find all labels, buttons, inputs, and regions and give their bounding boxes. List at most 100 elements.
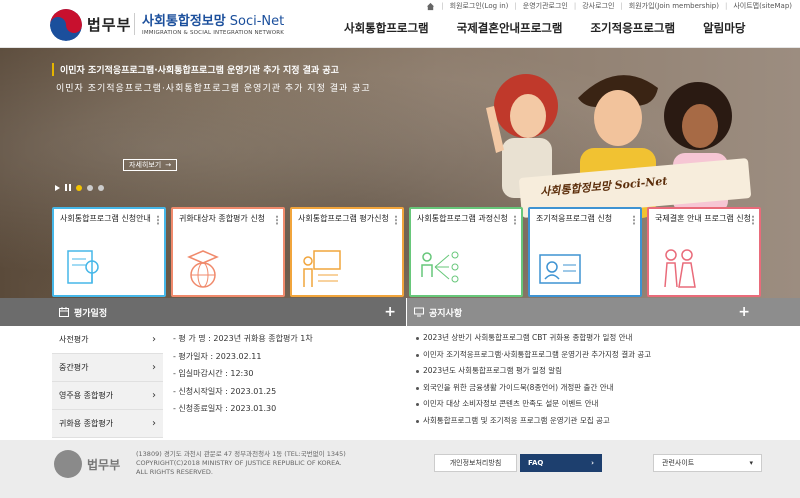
tab-mid-evaluation[interactable]: 중간평가 ›: [52, 354, 163, 382]
footer-address: (13809) 경기도 과천시 관문로 47 정부과천청사 1동 (TEL:국번…: [136, 450, 346, 458]
kebab-menu-icon[interactable]: [276, 215, 278, 225]
tab-pre-evaluation[interactable]: 사전평가 ›: [52, 326, 163, 354]
notice-list: 2023년 상반기 사회통합프로그램 CBT 귀화용 종합평가 일정 안내 이민…: [407, 326, 760, 440]
couple-icon: [664, 249, 696, 288]
tab-naturalization-evaluation[interactable]: 귀화용 종합평가 ›: [52, 410, 163, 438]
footer-copyright: COPYRIGHT(C)2018 MINISTRY OF JUSTICE REP…: [136, 459, 342, 467]
plus-icon[interactable]: +: [384, 304, 396, 320]
tab-label: 영주용 종합평가: [59, 391, 114, 400]
nav-social-integration[interactable]: 사회통합프로그램: [344, 20, 429, 36]
bar-fill: [760, 298, 800, 326]
notice-item[interactable]: 외국인을 위한 금융생활 가이드북(8종언어) 개정판 출간 안내: [407, 380, 760, 397]
card-marriage-program[interactable]: 국제결혼 안내 프로그램 신청: [647, 207, 761, 297]
notice-item[interactable]: 2023년 상반기 사회통합프로그램 CBT 귀화용 종합평가 일정 안내: [407, 330, 760, 347]
play-icon[interactable]: [55, 184, 60, 191]
agency-login-link[interactable]: 운영기관로그인: [523, 1, 568, 11]
hero-more-label: 자세히보기: [129, 161, 162, 169]
kebab-menu-icon[interactable]: [395, 215, 397, 225]
login-link[interactable]: 회원로그인(Log in): [450, 1, 509, 11]
related-label: 관련사이트: [662, 459, 695, 467]
footer-address-block: (13809) 경기도 과천시 관문로 47 정부과천청사 1동 (TEL:국번…: [136, 450, 346, 477]
site-header: | 회원로그인(Log in) | 운영기관로그인 | 강사로그인 | 회원가입…: [0, 0, 800, 48]
eval-detail: - 평 가 명 : 2023년 귀화용 종합평가 1차 - 평가일자 : 202…: [163, 326, 406, 440]
eval-tabs: 사전평가 › 중간평가 › 영주용 종합평가 › 귀화용 종합평가 ›: [52, 326, 163, 438]
presentation-icon: [303, 250, 341, 287]
bar-fill: [0, 298, 52, 326]
slide-dot[interactable]: [87, 184, 93, 191]
moj-logo-icon[interactable]: [50, 9, 82, 41]
graduation-globe-icon: [187, 250, 219, 288]
card-program-guide[interactable]: 사회통합프로그램 신청안내: [52, 207, 166, 297]
hero-subtitle: 이민자 조기적응프로그램·사회통합프로그램 운영기관 추가 지정 결과 공고: [56, 84, 371, 94]
home-icon[interactable]: [426, 2, 435, 11]
card-course-apply[interactable]: 사회통합프로그램 과정신청: [409, 207, 523, 297]
join-link[interactable]: 회원가입(Join membership): [629, 1, 719, 11]
kebab-menu-icon[interactable]: [514, 215, 516, 225]
chevron-right-icon: ›: [152, 390, 156, 401]
chevron-right-icon: ›: [152, 334, 156, 345]
tab-label: 귀화용 종합평가: [59, 419, 114, 428]
moj-footer-logo-icon: [54, 450, 82, 478]
privacy-label: 개인정보처리방침: [449, 459, 502, 467]
card-early-adaptation[interactable]: 조기적응프로그램 신청: [528, 207, 642, 297]
id-card-icon: [539, 254, 581, 284]
notice-item[interactable]: 사회통합프로그램 및 조기적응 프로그램 운영기관 모집 공고: [407, 413, 760, 430]
footer-rights: ALL RIGHTS RESERVED.: [136, 468, 213, 476]
chevron-down-icon: ▾: [749, 459, 753, 467]
nav-early-adaptation[interactable]: 조기적응프로그램: [590, 20, 675, 36]
brand-title[interactable]: 사회통합정보망 Soci-Net: [142, 10, 284, 29]
notice-item[interactable]: 이민자 대상 소비자정보 콘텐츠 만족도 설문 이벤트 안내: [407, 396, 760, 413]
eval-schedule-title: 평가일정: [74, 308, 108, 319]
people-checklist-icon: [421, 251, 459, 283]
privacy-policy-button[interactable]: 개인정보처리방침: [434, 454, 517, 472]
arrow-right-icon: →: [165, 161, 172, 169]
ministry-name[interactable]: 법무부: [87, 14, 131, 35]
notice-title: 공지사항: [429, 308, 463, 319]
notice-header: 공지사항 +: [407, 298, 760, 326]
chevron-right-icon: ›: [152, 418, 156, 429]
card-label: 사회통합프로그램 과정신청: [417, 214, 508, 223]
tab-permanent-residence-evaluation[interactable]: 영주용 종합평가 ›: [52, 382, 163, 410]
faq-button[interactable]: FAQ ›: [520, 454, 602, 472]
eval-apply-end: - 신청종료일자 : 2023.01.30: [173, 404, 277, 413]
eval-schedule-header: 평가일정 +: [52, 298, 406, 326]
tab-label: 사전평가: [59, 335, 89, 344]
plus-icon[interactable]: +: [738, 304, 750, 320]
brand-subtitle: IMMIGRATION & SOCIAL INTEGRATION NETWORK: [142, 30, 285, 36]
card-label: 사회통합프로그램 신청안내: [60, 214, 151, 223]
site-footer: 법무부 (13809) 경기도 과천시 관문로 47 정부과천청사 1동 (TE…: [0, 440, 800, 498]
brand-title-kr: 사회통합정보망: [142, 14, 226, 29]
card-label: 조기적응프로그램 신청: [536, 214, 613, 223]
card-label: 국제결혼 안내 프로그램 신청: [655, 214, 751, 223]
card-label: 사회통합프로그램 평가신청: [298, 214, 389, 223]
hero-title: 이민자 조기적응프로그램·사회통합프로그램 운영기관 추가 지정 결과 공고: [52, 63, 339, 76]
slide-dot[interactable]: [76, 184, 82, 191]
tab-label: 중간평가: [59, 363, 89, 372]
calendar-icon: [59, 307, 69, 317]
nav-international-marriage[interactable]: 국제결혼안내프로그램: [457, 20, 563, 36]
nav-notice-board[interactable]: 알림마당: [703, 20, 745, 36]
footer-ministry: 법무부: [87, 458, 121, 472]
related-sites-select[interactable]: 관련사이트 ▾: [653, 454, 762, 472]
kebab-menu-icon[interactable]: [752, 215, 754, 225]
quick-menu: 사회통합프로그램 신청안내 귀화대상자 종합평가 신청 사회통합프로그램 평가신…: [52, 207, 761, 297]
kebab-menu-icon[interactable]: [633, 215, 635, 225]
brand-divider: [134, 13, 135, 35]
main-nav: 사회통합프로그램 국제결혼안내프로그램 조기적응프로그램 알림마당: [344, 20, 745, 36]
eval-date: - 평가일자 : 2023.02.11: [173, 351, 262, 361]
slide-dot[interactable]: [98, 184, 104, 191]
book-search-icon: [67, 250, 99, 284]
utility-links: | 회원로그인(Log in) | 운영기관로그인 | 강사로그인 | 회원가입…: [426, 0, 792, 12]
slide-controls: [55, 184, 104, 191]
notice-item[interactable]: 이민자 조기적응프로그램·사회통합프로그램 운영기관 추가지정 결과 공고: [407, 347, 760, 364]
hero-more-button[interactable]: 자세히보기 →: [123, 159, 178, 171]
pause-icon[interactable]: [65, 184, 71, 191]
notice-item[interactable]: 2023년도 사회통합프로그램 평가 일정 알림: [407, 363, 760, 380]
card-evaluation-apply[interactable]: 사회통합프로그램 평가신청: [290, 207, 404, 297]
card-naturalization-exam[interactable]: 귀화대상자 종합평가 신청: [171, 207, 285, 297]
instructor-login-link[interactable]: 강사로그인: [582, 1, 614, 11]
brand-title-en: Soci-Net: [229, 14, 285, 29]
sitemap-link[interactable]: 사이트맵(siteMap): [733, 1, 792, 11]
kebab-menu-icon[interactable]: [157, 215, 159, 225]
chevron-right-icon: ›: [152, 362, 156, 373]
